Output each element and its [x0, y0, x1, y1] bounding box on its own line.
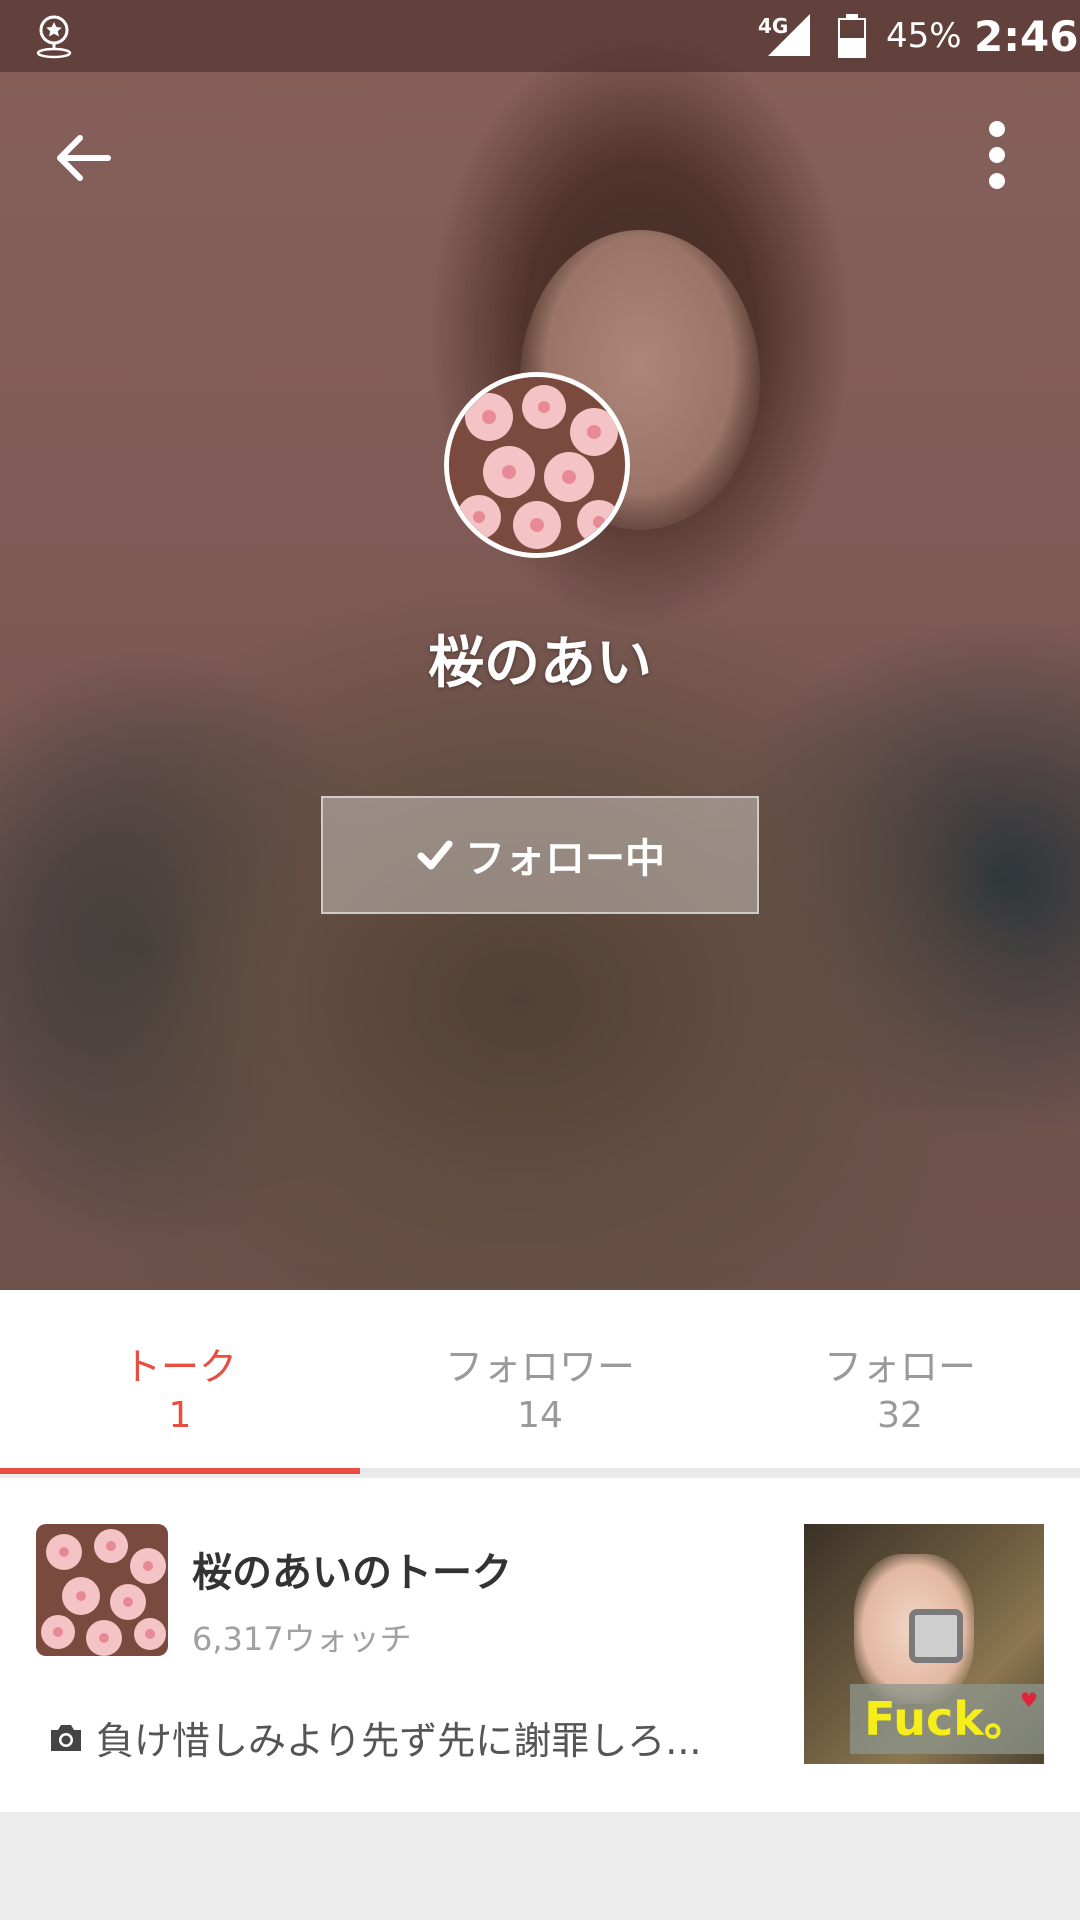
tab-following[interactable]: フォロー 32	[720, 1290, 1080, 1468]
tab-count: 32	[877, 1395, 923, 1436]
cherry-blossom-image	[449, 377, 625, 553]
battery-percent: 45%	[886, 16, 962, 56]
profile-header: 4G 45% 2:46 桜のあい フォロー中	[0, 0, 1080, 1290]
tab-label: フォロワー	[444, 1345, 635, 1389]
talk-photo[interactable]: Fuck。 ♥	[804, 1524, 1044, 1764]
talk-title: 桜のあいのトーク	[192, 1550, 512, 1596]
location-pin-icon	[36, 15, 72, 59]
check-icon	[417, 840, 453, 870]
battery-icon	[838, 14, 866, 58]
tab-followers[interactable]: フォロワー 14	[360, 1290, 720, 1468]
watch-count: 6,317ウォッチ	[192, 1620, 412, 1658]
avatar[interactable]	[444, 372, 630, 558]
heart-icon: ♥	[1020, 1688, 1038, 1712]
tab-label: トーク	[122, 1345, 237, 1389]
tab-label: フォロー	[823, 1345, 976, 1389]
tab-talk[interactable]: トーク 1	[0, 1290, 360, 1468]
talk-card[interactable]: 桜のあいのトーク 6,317ウォッチ 負け惜しみより先ず先に謝罪しろ... Fu…	[0, 1478, 1080, 1812]
profile-tabs: トーク 1 フォロワー 14 フォロー 32	[0, 1290, 1080, 1472]
status-bar: 4G 45% 2:46	[0, 0, 1080, 72]
following-button[interactable]: フォロー中	[321, 796, 759, 914]
message-text: 負け惜しみより先ず先に謝罪しろ...	[96, 1719, 702, 1763]
more-vert-icon[interactable]	[972, 115, 1022, 195]
tab-count: 14	[517, 1395, 563, 1436]
talk-thumbnail	[36, 1524, 168, 1656]
tab-count: 1	[168, 1395, 192, 1436]
signal-icon	[768, 14, 810, 56]
active-tab-indicator	[0, 1468, 360, 1474]
profile-name: 桜のあい	[428, 631, 652, 696]
latest-message: 負け惜しみより先ず先に謝罪しろ...	[48, 1710, 768, 1765]
back-arrow-icon[interactable]	[48, 122, 120, 194]
following-label: フォロー中	[465, 836, 665, 882]
camera-icon	[51, 1724, 81, 1751]
clock: 2:46	[974, 12, 1079, 61]
photo-caption: Fuck。	[850, 1684, 1044, 1754]
